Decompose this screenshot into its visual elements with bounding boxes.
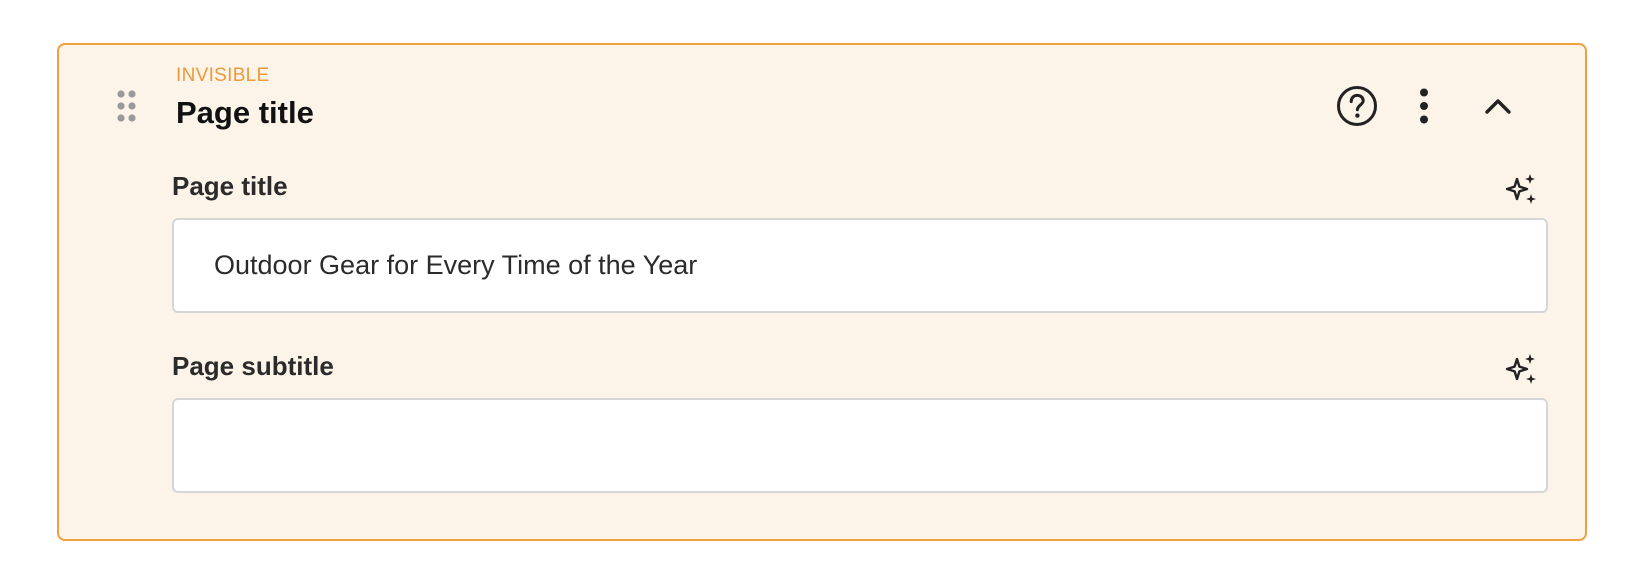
block-title: Page title	[176, 95, 314, 130]
page-subtitle-label: Page subtitle	[172, 351, 334, 381]
page-title-label: Page title	[172, 171, 288, 201]
sparkles-icon[interactable]	[1505, 173, 1538, 205]
page-subtitle-input[interactable]	[172, 398, 1548, 493]
help-icon[interactable]	[1334, 83, 1380, 129]
page-title-input[interactable]	[172, 218, 1548, 313]
page-title-block: INVISIBLE Page title Page title Page sub…	[57, 43, 1587, 541]
visibility-status: INVISIBLE	[176, 65, 270, 86]
chevron-up-icon[interactable]	[1479, 87, 1517, 125]
drag-handle-icon[interactable]	[115, 90, 139, 124]
more-options-icon[interactable]	[1409, 83, 1439, 129]
sparkles-icon[interactable]	[1505, 353, 1538, 385]
